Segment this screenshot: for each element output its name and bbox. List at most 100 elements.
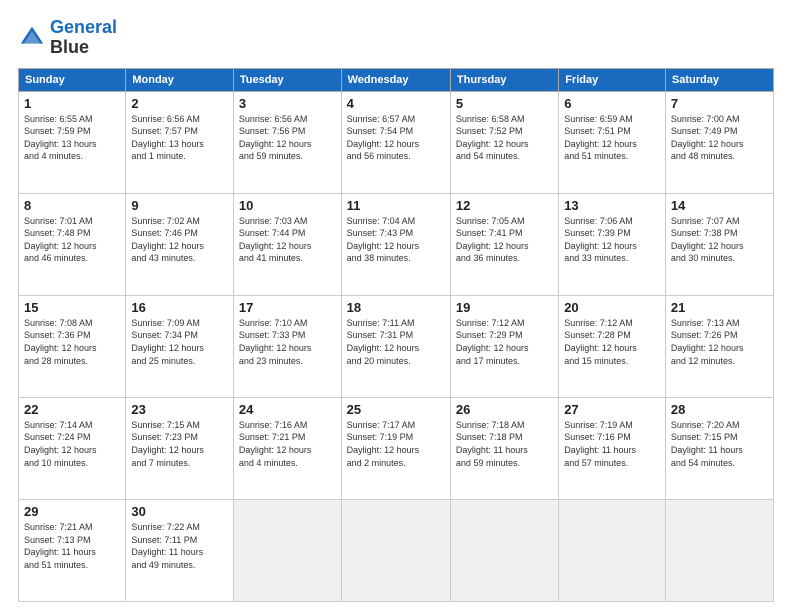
day-number: 29 bbox=[24, 504, 120, 519]
calendar-cell: 29 Sunrise: 7:21 AM Sunset: 7:13 PM Dayli… bbox=[19, 499, 126, 601]
day-info: Sunrise: 7:13 AM Sunset: 7:26 PM Dayligh… bbox=[671, 317, 768, 367]
day-number: 12 bbox=[456, 198, 553, 213]
calendar-cell bbox=[559, 499, 666, 601]
calendar-cell: 24 Sunrise: 7:16 AM Sunset: 7:21 PM Dayli… bbox=[233, 397, 341, 499]
day-number: 7 bbox=[671, 96, 768, 111]
day-info: Sunrise: 7:06 AM Sunset: 7:39 PM Dayligh… bbox=[564, 215, 660, 265]
day-number: 2 bbox=[131, 96, 228, 111]
day-info: Sunrise: 7:15 AM Sunset: 7:23 PM Dayligh… bbox=[131, 419, 228, 469]
day-number: 18 bbox=[347, 300, 445, 315]
day-number: 8 bbox=[24, 198, 120, 213]
logo: GeneralBlue bbox=[18, 18, 117, 58]
day-number: 20 bbox=[564, 300, 660, 315]
day-info: Sunrise: 7:20 AM Sunset: 7:15 PM Dayligh… bbox=[671, 419, 768, 469]
day-info: Sunrise: 7:22 AM Sunset: 7:11 PM Dayligh… bbox=[131, 521, 228, 571]
calendar-header-saturday: Saturday bbox=[665, 68, 773, 91]
day-number: 25 bbox=[347, 402, 445, 417]
day-info: Sunrise: 7:16 AM Sunset: 7:21 PM Dayligh… bbox=[239, 419, 336, 469]
day-number: 17 bbox=[239, 300, 336, 315]
day-number: 3 bbox=[239, 96, 336, 111]
day-number: 24 bbox=[239, 402, 336, 417]
calendar-header-row: SundayMondayTuesdayWednesdayThursdayFrid… bbox=[19, 68, 774, 91]
calendar-cell: 11 Sunrise: 7:04 AM Sunset: 7:43 PM Dayli… bbox=[341, 193, 450, 295]
day-info: Sunrise: 7:03 AM Sunset: 7:44 PM Dayligh… bbox=[239, 215, 336, 265]
day-info: Sunrise: 7:10 AM Sunset: 7:33 PM Dayligh… bbox=[239, 317, 336, 367]
calendar-cell: 15Sunrise: 7:08 AM Sunset: 7:36 PM Dayli… bbox=[19, 295, 126, 397]
day-info: Sunrise: 7:05 AM Sunset: 7:41 PM Dayligh… bbox=[456, 215, 553, 265]
day-number: 26 bbox=[456, 402, 553, 417]
day-number: 13 bbox=[564, 198, 660, 213]
day-info: Sunrise: 7:02 AM Sunset: 7:46 PM Dayligh… bbox=[131, 215, 228, 265]
calendar-cell bbox=[665, 499, 773, 601]
calendar-cell: 21Sunrise: 7:13 AM Sunset: 7:26 PM Dayli… bbox=[665, 295, 773, 397]
calendar-week-row: 29 Sunrise: 7:21 AM Sunset: 7:13 PM Dayli… bbox=[19, 499, 774, 601]
day-info: Sunrise: 7:07 AM Sunset: 7:38 PM Dayligh… bbox=[671, 215, 768, 265]
day-info: Sunrise: 7:17 AM Sunset: 7:19 PM Dayligh… bbox=[347, 419, 445, 469]
day-number: 4 bbox=[347, 96, 445, 111]
calendar-header-thursday: Thursday bbox=[450, 68, 558, 91]
calendar-week-row: 22 Sunrise: 7:14 AM Sunset: 7:24 PM Dayli… bbox=[19, 397, 774, 499]
day-info: Sunrise: 7:01 AM Sunset: 7:48 PM Dayligh… bbox=[24, 215, 120, 265]
day-info: Sunrise: 7:04 AM Sunset: 7:43 PM Dayligh… bbox=[347, 215, 445, 265]
calendar-cell: 19Sunrise: 7:12 AM Sunset: 7:29 PM Dayli… bbox=[450, 295, 558, 397]
logo-icon bbox=[18, 24, 46, 52]
calendar-cell: 10Sunrise: 7:03 AM Sunset: 7:44 PM Dayli… bbox=[233, 193, 341, 295]
calendar-cell: 18 Sunrise: 7:11 AM Sunset: 7:31 PM Dayli… bbox=[341, 295, 450, 397]
calendar-cell: 23Sunrise: 7:15 AM Sunset: 7:23 PM Dayli… bbox=[126, 397, 234, 499]
calendar-cell: 22 Sunrise: 7:14 AM Sunset: 7:24 PM Dayli… bbox=[19, 397, 126, 499]
day-info: Sunrise: 6:56 AM Sunset: 7:56 PM Dayligh… bbox=[239, 113, 336, 163]
day-info: Sunrise: 7:12 AM Sunset: 7:29 PM Dayligh… bbox=[456, 317, 553, 367]
calendar-header-sunday: Sunday bbox=[19, 68, 126, 91]
day-info: Sunrise: 6:58 AM Sunset: 7:52 PM Dayligh… bbox=[456, 113, 553, 163]
day-info: Sunrise: 7:00 AM Sunset: 7:49 PM Dayligh… bbox=[671, 113, 768, 163]
calendar-cell bbox=[341, 499, 450, 601]
calendar-cell: 6 Sunrise: 6:59 AM Sunset: 7:51 PM Daylig… bbox=[559, 91, 666, 193]
calendar-header-friday: Friday bbox=[559, 68, 666, 91]
calendar-cell: 25 Sunrise: 7:17 AM Sunset: 7:19 PM Dayli… bbox=[341, 397, 450, 499]
day-number: 28 bbox=[671, 402, 768, 417]
logo-text: GeneralBlue bbox=[50, 18, 117, 58]
day-number: 14 bbox=[671, 198, 768, 213]
calendar-cell: 7 Sunrise: 7:00 AM Sunset: 7:49 PM Daylig… bbox=[665, 91, 773, 193]
calendar-cell: 4Sunrise: 6:57 AM Sunset: 7:54 PM Daylig… bbox=[341, 91, 450, 193]
day-info: Sunrise: 7:14 AM Sunset: 7:24 PM Dayligh… bbox=[24, 419, 120, 469]
page: GeneralBlue SundayMondayTuesdayWednesday… bbox=[0, 0, 792, 612]
day-info: Sunrise: 7:08 AM Sunset: 7:36 PM Dayligh… bbox=[24, 317, 120, 367]
day-info: Sunrise: 7:11 AM Sunset: 7:31 PM Dayligh… bbox=[347, 317, 445, 367]
day-number: 9 bbox=[131, 198, 228, 213]
calendar-cell: 9 Sunrise: 7:02 AM Sunset: 7:46 PM Daylig… bbox=[126, 193, 234, 295]
calendar-cell: 30 Sunrise: 7:22 AM Sunset: 7:11 PM Dayli… bbox=[126, 499, 234, 601]
calendar-header-tuesday: Tuesday bbox=[233, 68, 341, 91]
calendar-cell: 12 Sunrise: 7:05 AM Sunset: 7:41 PM Dayli… bbox=[450, 193, 558, 295]
calendar-cell bbox=[233, 499, 341, 601]
calendar-cell: 16Sunrise: 7:09 AM Sunset: 7:34 PM Dayli… bbox=[126, 295, 234, 397]
calendar-cell: 8 Sunrise: 7:01 AM Sunset: 7:48 PM Daylig… bbox=[19, 193, 126, 295]
day-info: Sunrise: 7:12 AM Sunset: 7:28 PM Dayligh… bbox=[564, 317, 660, 367]
day-number: 1 bbox=[24, 96, 120, 111]
day-info: Sunrise: 6:55 AM Sunset: 7:59 PM Dayligh… bbox=[24, 113, 120, 163]
calendar-week-row: 1 Sunrise: 6:55 AM Sunset: 7:59 PM Daylig… bbox=[19, 91, 774, 193]
day-info: Sunrise: 6:59 AM Sunset: 7:51 PM Dayligh… bbox=[564, 113, 660, 163]
calendar-cell: 28 Sunrise: 7:20 AM Sunset: 7:15 PM Dayli… bbox=[665, 397, 773, 499]
day-number: 11 bbox=[347, 198, 445, 213]
calendar-cell: 27Sunrise: 7:19 AM Sunset: 7:16 PM Dayli… bbox=[559, 397, 666, 499]
calendar-cell: 20 Sunrise: 7:12 AM Sunset: 7:28 PM Dayli… bbox=[559, 295, 666, 397]
calendar-cell: 1 Sunrise: 6:55 AM Sunset: 7:59 PM Daylig… bbox=[19, 91, 126, 193]
calendar-week-row: 15Sunrise: 7:08 AM Sunset: 7:36 PM Dayli… bbox=[19, 295, 774, 397]
calendar-week-row: 8 Sunrise: 7:01 AM Sunset: 7:48 PM Daylig… bbox=[19, 193, 774, 295]
calendar-cell: 17 Sunrise: 7:10 AM Sunset: 7:33 PM Dayli… bbox=[233, 295, 341, 397]
calendar-cell: 26 Sunrise: 7:18 AM Sunset: 7:18 PM Dayli… bbox=[450, 397, 558, 499]
day-number: 6 bbox=[564, 96, 660, 111]
calendar-cell: 14 Sunrise: 7:07 AM Sunset: 7:38 PM Dayli… bbox=[665, 193, 773, 295]
day-info: Sunrise: 7:21 AM Sunset: 7:13 PM Dayligh… bbox=[24, 521, 120, 571]
calendar-table: SundayMondayTuesdayWednesdayThursdayFrid… bbox=[18, 68, 774, 602]
day-info: Sunrise: 7:18 AM Sunset: 7:18 PM Dayligh… bbox=[456, 419, 553, 469]
calendar-header-wednesday: Wednesday bbox=[341, 68, 450, 91]
day-number: 30 bbox=[131, 504, 228, 519]
calendar-cell: 13 Sunrise: 7:06 AM Sunset: 7:39 PM Dayli… bbox=[559, 193, 666, 295]
day-number: 16 bbox=[131, 300, 228, 315]
day-info: Sunrise: 7:19 AM Sunset: 7:16 PM Dayligh… bbox=[564, 419, 660, 469]
day-number: 22 bbox=[24, 402, 120, 417]
calendar-cell bbox=[450, 499, 558, 601]
calendar-cell: 3 Sunrise: 6:56 AM Sunset: 7:56 PM Daylig… bbox=[233, 91, 341, 193]
